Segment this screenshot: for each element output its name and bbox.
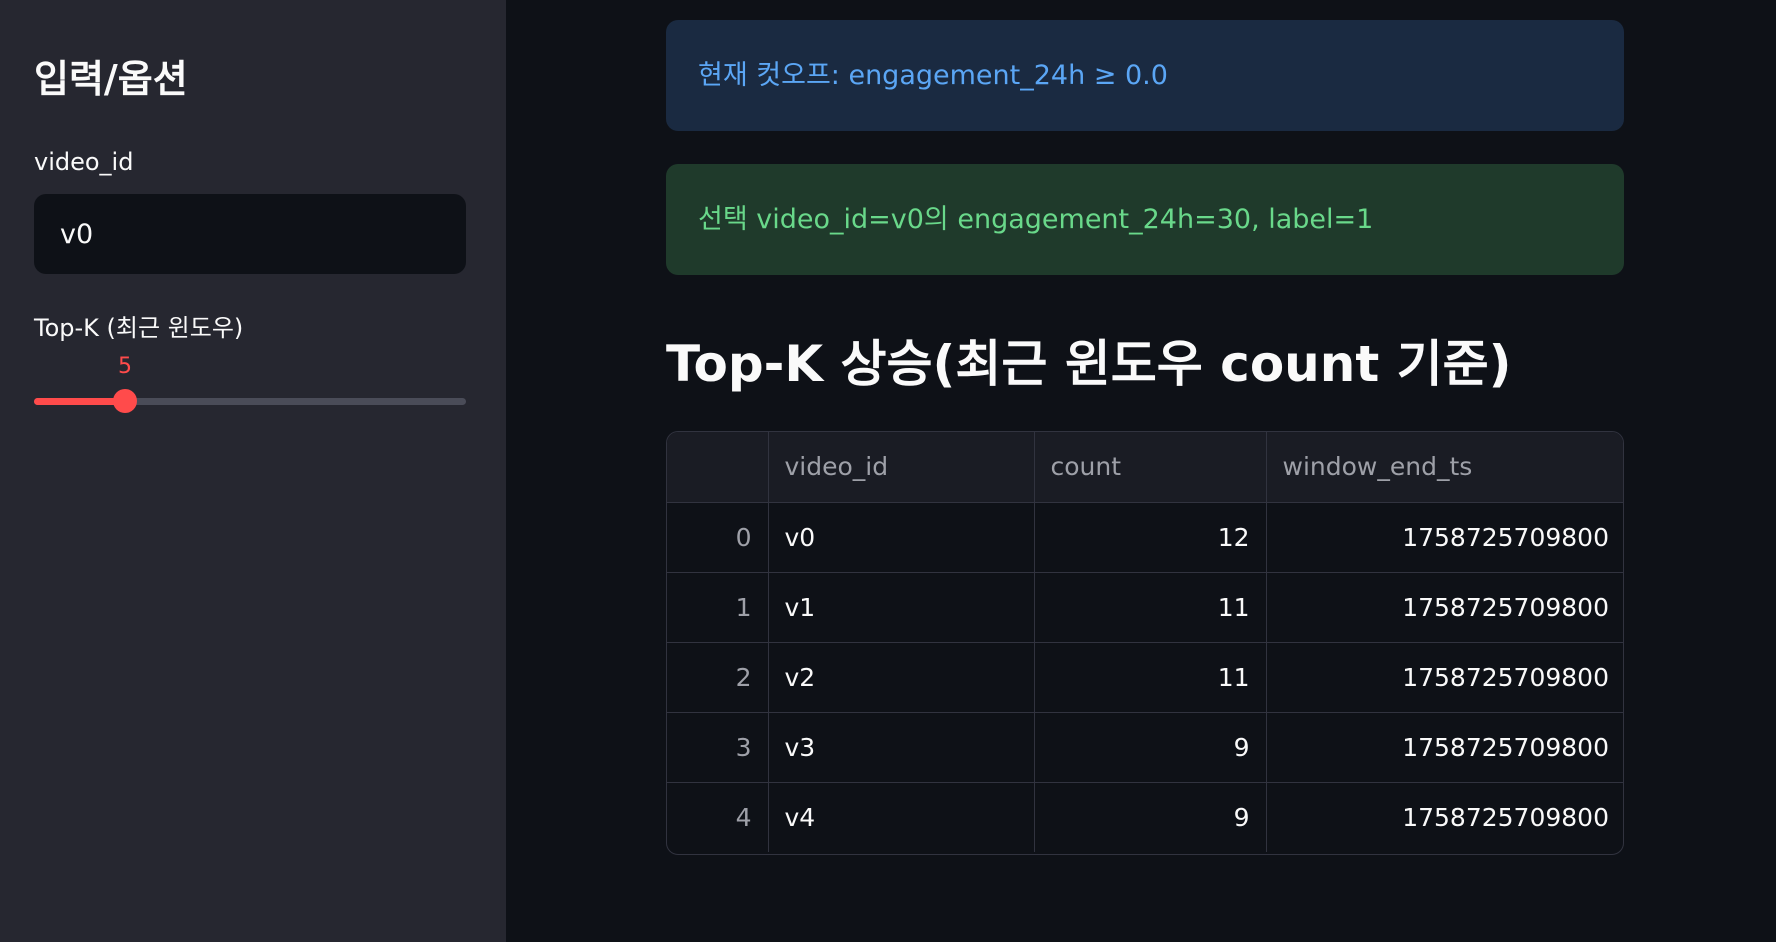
topk-slider[interactable]: 5 <box>34 350 466 420</box>
table-header-row: video_id count window_end_ts <box>667 432 1623 503</box>
topk-slider-thumb[interactable] <box>113 389 137 413</box>
section-title: Top-K 상승(최근 윈도우 count 기준) <box>666 335 1512 393</box>
video-id-cell[interactable]: v4 <box>768 782 1035 852</box>
column-header-video-id[interactable]: video_id <box>768 432 1035 503</box>
row-index-cell[interactable]: 4 <box>667 782 769 852</box>
count-cell[interactable]: 9 <box>1034 782 1267 852</box>
topk-slider-value: 5 <box>118 354 132 379</box>
window-end-ts-cell[interactable]: 1758725709800 <box>1266 642 1623 713</box>
table-row: 1 v1 11 1758725709800 <box>667 572 1623 643</box>
app: 입력/옵션 video_id Top-K (최근 윈도우) 5 현재 컷오프: … <box>0 0 1776 942</box>
window-end-ts-cell[interactable]: 1758725709800 <box>1266 572 1623 643</box>
video-id-cell[interactable]: v2 <box>768 642 1035 713</box>
success-alert: 선택 video_id=v0의 engagement_24h=30, label… <box>666 164 1624 275</box>
window-end-ts-cell[interactable]: 1758725709800 <box>1266 502 1623 573</box>
sidebar-title: 입력/옵션 <box>34 57 188 101</box>
video-id-cell[interactable]: v3 <box>768 712 1035 783</box>
column-header-count[interactable]: count <box>1034 432 1267 503</box>
info-alert: 현재 컷오프: engagement_24h ≥ 0.0 <box>666 20 1624 131</box>
table-row: 2 v2 11 1758725709800 <box>667 642 1623 713</box>
row-index-cell[interactable]: 0 <box>667 502 769 573</box>
count-cell[interactable]: 11 <box>1034 572 1267 643</box>
table-row: 0 v0 12 1758725709800 <box>667 502 1623 573</box>
video-id-cell[interactable]: v0 <box>768 502 1035 573</box>
row-index-cell[interactable]: 2 <box>667 642 769 713</box>
window-end-ts-cell[interactable]: 1758725709800 <box>1266 782 1623 852</box>
topk-table: video_id count window_end_ts 0 v0 12 175… <box>667 432 1623 852</box>
topk-slider-fill <box>34 398 125 405</box>
topk-dataframe[interactable]: video_id count window_end_ts 0 v0 12 175… <box>666 431 1624 855</box>
info-alert-text: 현재 컷오프: engagement_24h ≥ 0.0 <box>698 59 1168 91</box>
table-row: 3 v3 9 1758725709800 <box>667 712 1623 783</box>
window-end-ts-cell[interactable]: 1758725709800 <box>1266 712 1623 783</box>
count-cell[interactable]: 11 <box>1034 642 1267 713</box>
column-header-window-end-ts[interactable]: window_end_ts <box>1266 432 1623 503</box>
success-alert-text: 선택 video_id=v0의 engagement_24h=30, label… <box>698 203 1374 235</box>
count-cell[interactable]: 9 <box>1034 712 1267 783</box>
video-id-cell[interactable]: v1 <box>768 572 1035 643</box>
sidebar: 입력/옵션 video_id Top-K (최근 윈도우) 5 <box>0 0 506 942</box>
row-index-cell[interactable]: 1 <box>667 572 769 643</box>
topk-label: Top-K (최근 윈도우) <box>34 314 244 342</box>
row-index-cell[interactable]: 3 <box>667 712 769 783</box>
column-header-index[interactable] <box>667 432 769 503</box>
main-content: 현재 컷오프: engagement_24h ≥ 0.0 선택 video_id… <box>506 0 1776 942</box>
count-cell[interactable]: 12 <box>1034 502 1267 573</box>
video-id-input[interactable] <box>34 194 466 274</box>
table-row: 4 v4 9 1758725709800 <box>667 782 1623 852</box>
video-id-label: video_id <box>34 148 134 176</box>
